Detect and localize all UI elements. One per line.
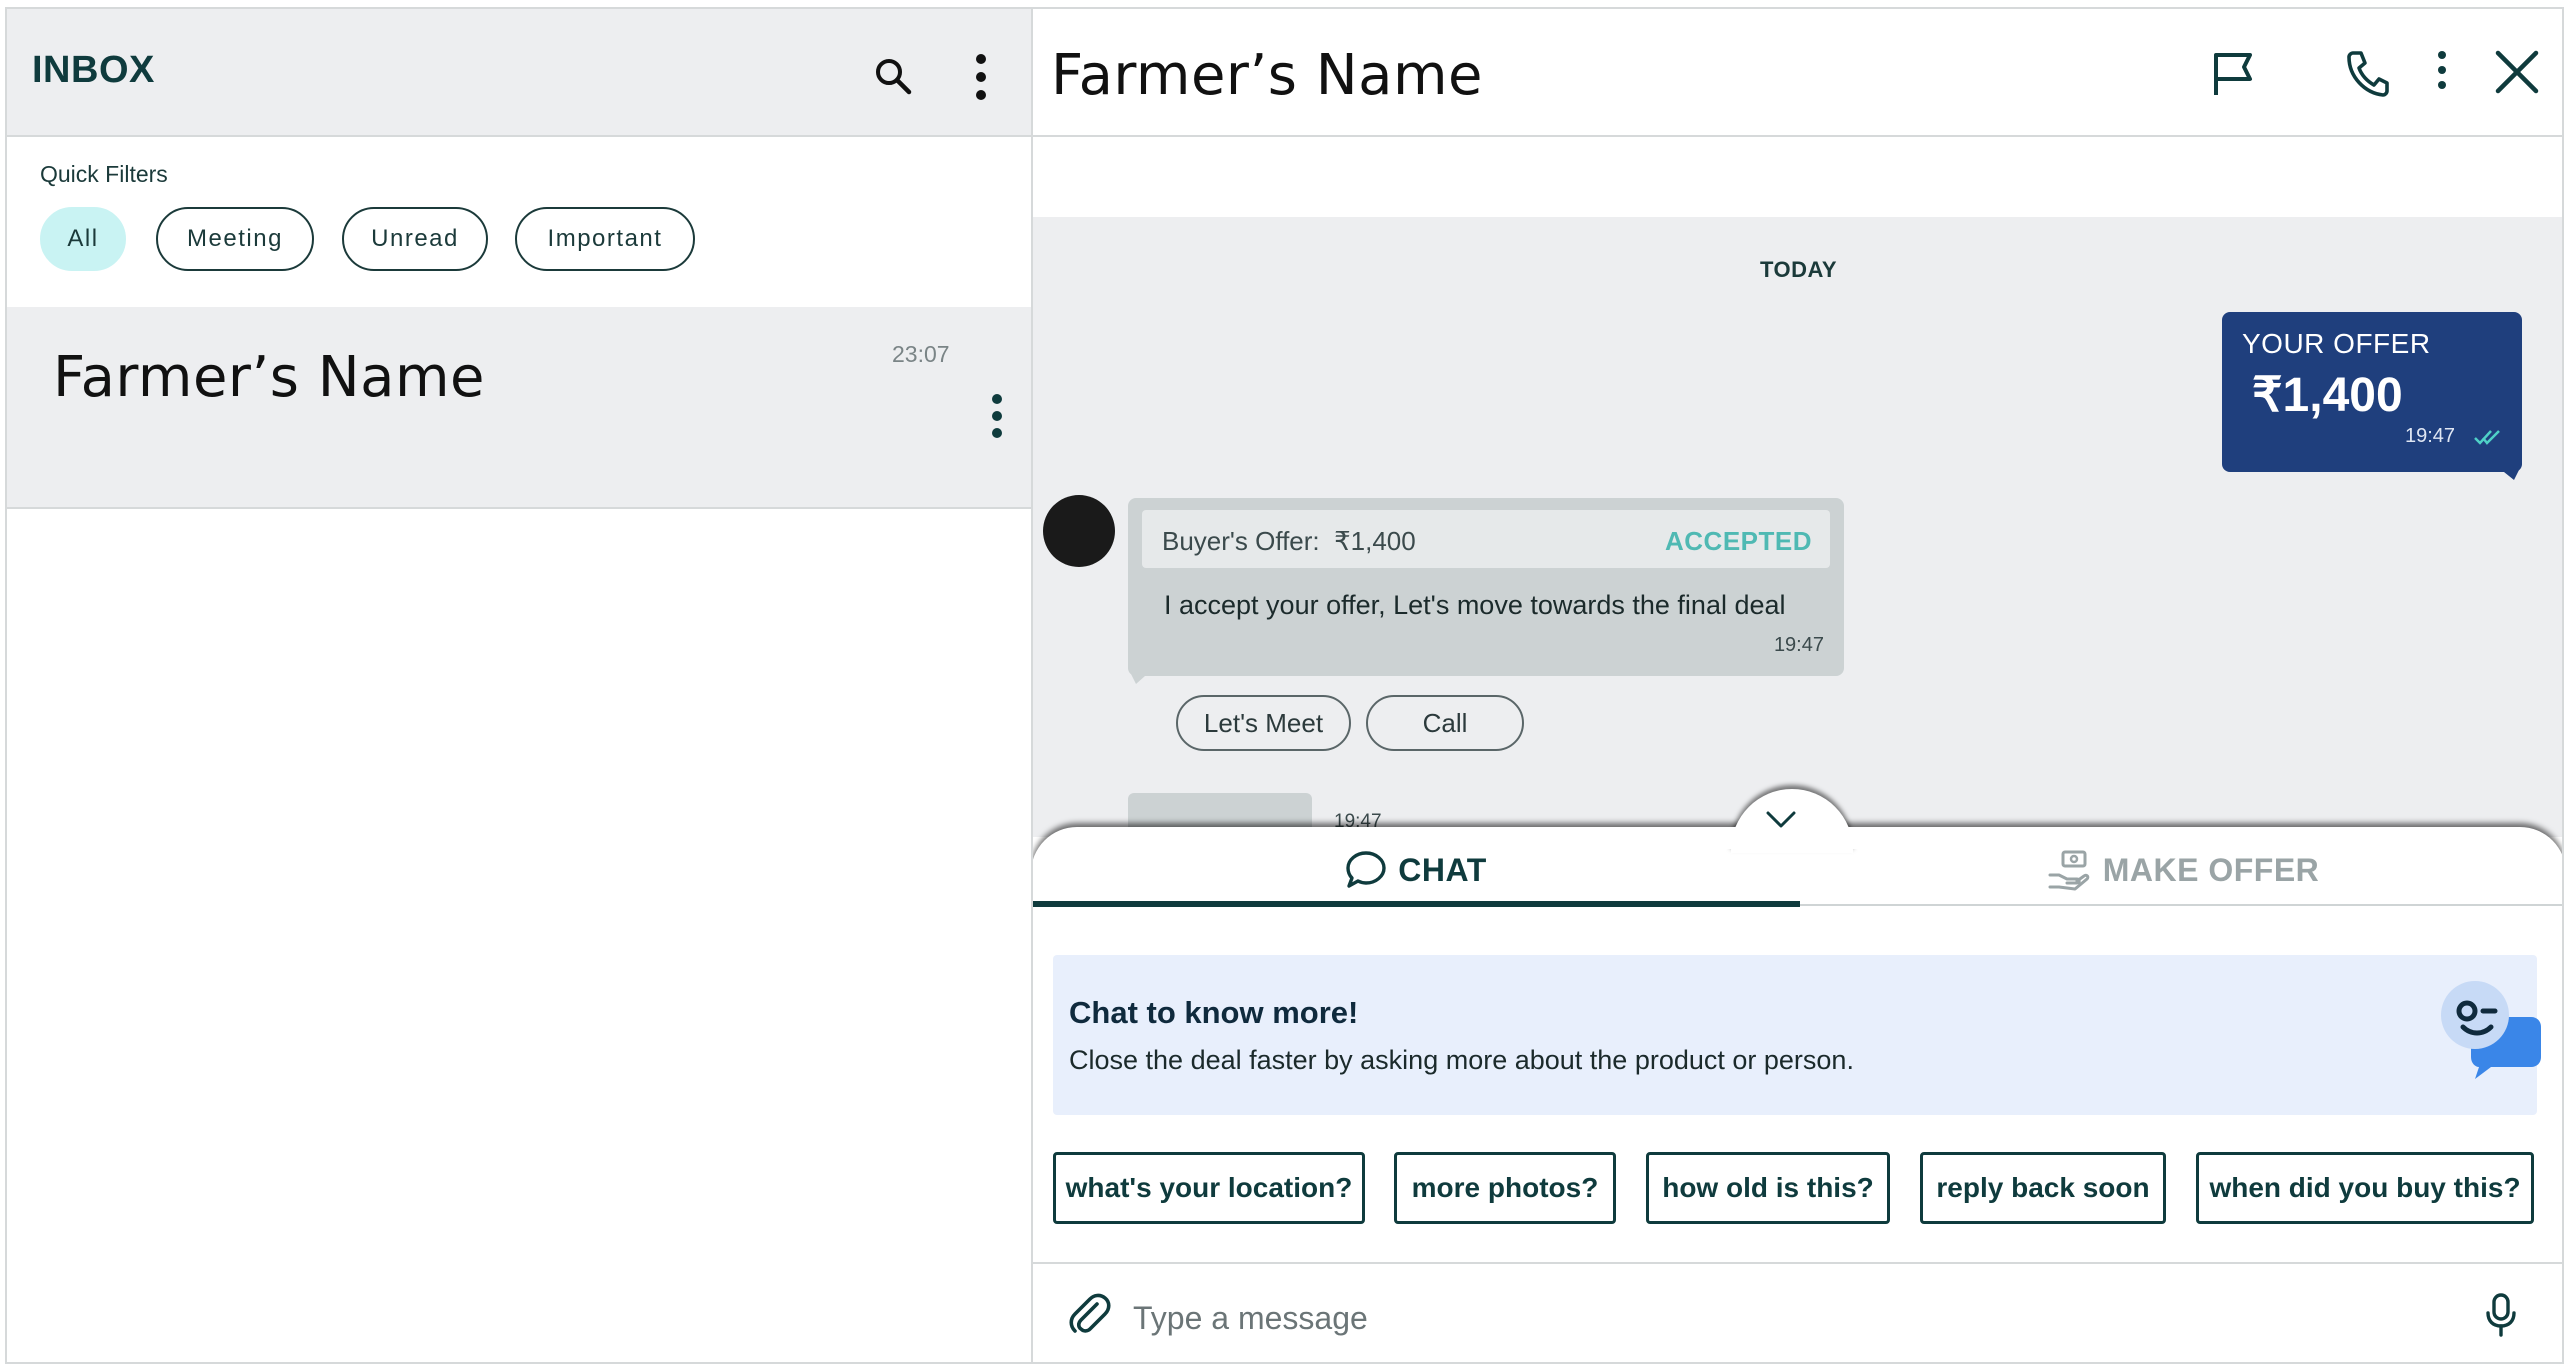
- message-time: 19:47: [2405, 425, 2456, 447]
- active-tab-indicator: [1033, 901, 1800, 907]
- quick-reply-lets-meet[interactable]: Let's Meet: [1176, 695, 1351, 751]
- quick-filters-label: Quick Filters: [40, 161, 168, 187]
- tab-make-offer-label: MAKE OFFER: [2102, 851, 2320, 888]
- buyer-message-text: I accept your offer, Let's move towards …: [1164, 590, 1786, 620]
- hand-offer-icon: [2047, 849, 2091, 891]
- conversation-item[interactable]: Farmer’s Name 23:07: [7, 307, 1031, 509]
- message-list[interactable]: TODAY YOUR OFFER ₹1,400 19:47 Buyer's Of…: [1033, 217, 2562, 837]
- phone-icon[interactable]: [2343, 47, 2389, 97]
- date-divider: TODAY: [1759, 257, 1838, 282]
- inbox-title: INBOX: [32, 49, 155, 91]
- offer-amount: ₹1,400: [2252, 369, 2403, 422]
- bottom-sheet: CHAT MAKE OFFER Chat to know more! Close…: [1033, 789, 2562, 1362]
- message-time: 19:47: [1773, 634, 1824, 656]
- suggestion-reply-soon[interactable]: reply back soon: [1920, 1152, 2166, 1224]
- chat-bubble-icon: [1344, 849, 1388, 891]
- bubble-tail-icon: [2494, 464, 2522, 480]
- conversation-time: 23:07: [892, 341, 950, 367]
- suggestion-how-old[interactable]: how old is this?: [1646, 1152, 1890, 1224]
- offer-label: YOUR OFFER: [2242, 328, 2431, 359]
- chat-tip-card: Chat to know more! Close the deal faster…: [1053, 955, 2541, 1115]
- message-composer: [1033, 1262, 2562, 1362]
- my-offer-bubble: YOUR OFFER ₹1,400 19:47: [2222, 312, 2522, 480]
- chevron-down-icon[interactable]: [1766, 811, 1796, 829]
- tab-make-offer[interactable]: MAKE OFFER: [1800, 833, 2562, 907]
- buyer-offer-text: Buyer's Offer: ₹1,400: [1162, 526, 1416, 556]
- suggestion-location[interactable]: what's your location?: [1053, 1152, 1365, 1224]
- filter-chip-important[interactable]: Important: [515, 207, 695, 271]
- quick-reply-call[interactable]: Call: [1366, 695, 1524, 751]
- avatar: [1043, 495, 1115, 567]
- filter-chip-all[interactable]: All: [40, 207, 126, 271]
- buyer-offer-strip: Buyer's Offer: ₹1,400 ACCEPTED: [1142, 510, 1830, 568]
- more-vertical-icon[interactable]: [2431, 47, 2453, 97]
- tab-chat-label: CHAT: [1398, 851, 1487, 888]
- chat-panel: Farmer’s Name TODAY YOUR OFFER ₹1,400 19…: [1031, 7, 2564, 1364]
- chat-tip-subtitle: Close the deal faster by asking more abo…: [1069, 1045, 1854, 1075]
- suggestion-more-photos[interactable]: more photos?: [1394, 1152, 1616, 1224]
- paperclip-icon[interactable]: [1067, 1292, 1113, 1338]
- filter-chip-unread[interactable]: Unread: [342, 207, 488, 271]
- bubble-tail-icon: [1128, 668, 1154, 684]
- status-badge: ACCEPTED: [1664, 526, 1812, 556]
- message-input[interactable]: [1123, 1282, 2395, 1354]
- microphone-icon[interactable]: [2483, 1292, 2519, 1338]
- flag-icon[interactable]: [2210, 49, 2256, 99]
- tab-divider: [1800, 904, 2562, 906]
- suggestion-when-bought[interactable]: when did you buy this?: [2196, 1152, 2534, 1224]
- more-vertical-icon[interactable]: [967, 51, 995, 103]
- inbox-header: INBOX: [7, 9, 1031, 137]
- more-vertical-icon[interactable]: [983, 391, 1011, 441]
- tab-chat[interactable]: CHAT: [1033, 833, 1800, 907]
- inbox-panel: INBOX Quick Filters All Meeting Unread I…: [5, 7, 1031, 1364]
- read-receipt-icon: [2473, 428, 2505, 446]
- buyer-message-bubble: Buyer's Offer: ₹1,400 ACCEPTED I accept …: [1128, 498, 1844, 684]
- chat-winking-icon: [2431, 977, 2547, 1093]
- filter-chip-meeting[interactable]: Meeting: [156, 207, 314, 271]
- chat-tip-title: Chat to know more!: [1069, 995, 1359, 1030]
- chat-header: Farmer’s Name: [1033, 9, 2562, 137]
- conversation-name: Farmer’s Name: [53, 345, 485, 410]
- close-icon[interactable]: [2494, 49, 2540, 95]
- search-icon[interactable]: [873, 56, 913, 96]
- chat-title: Farmer’s Name: [1051, 43, 1483, 108]
